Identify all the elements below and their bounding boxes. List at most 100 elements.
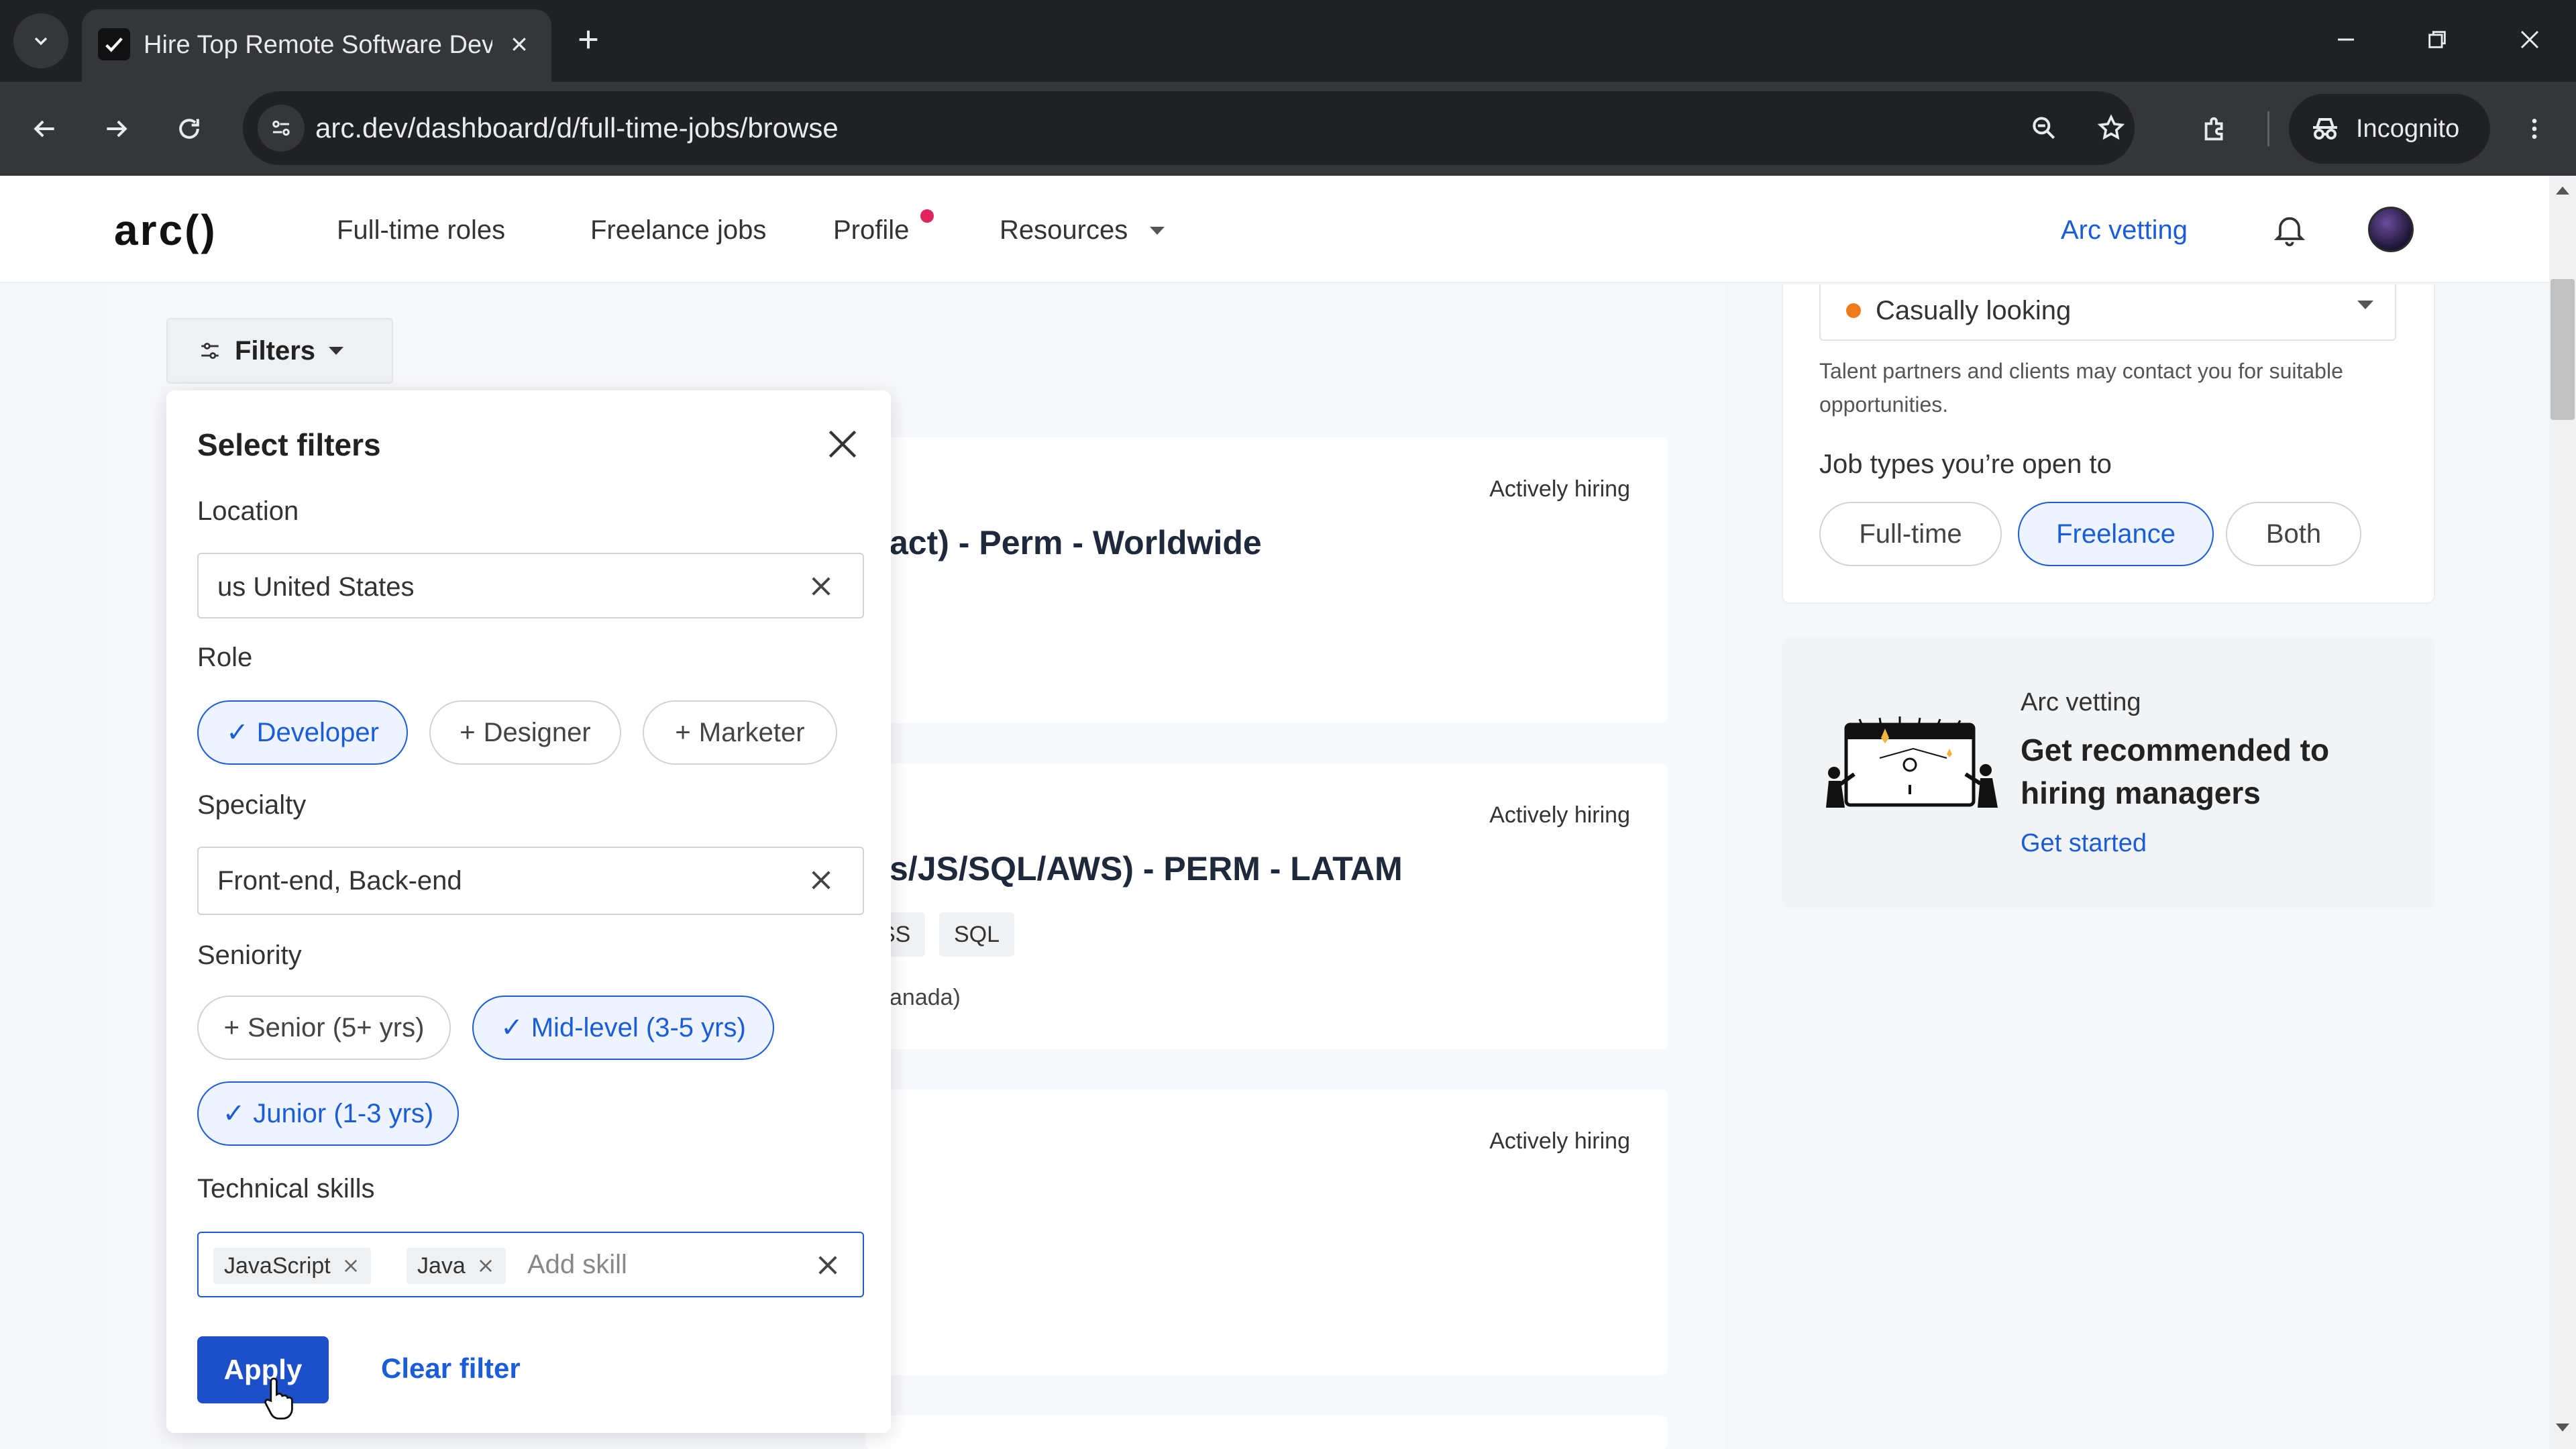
bookmark-star-icon[interactable] (2089, 106, 2133, 150)
job-type-full-time[interactable]: Full-time (1819, 502, 2002, 566)
hiring-status: Actively hiring (1489, 476, 1630, 502)
specialty-input[interactable]: Front-end, Back-end (197, 847, 864, 915)
profile-notification-dot (920, 209, 934, 223)
filters-button[interactable]: Filters (166, 318, 393, 384)
restore-icon[interactable] (2394, 0, 2481, 79)
browser-toolbar: arc.dev/dashboard/d/full-time-jobs/brows… (0, 82, 2576, 176)
job-card[interactable]: Actively hiring act) - Perm - Worldwide (865, 437, 1668, 723)
tab-close-icon[interactable] (498, 23, 541, 66)
scroll-up-icon[interactable] (2556, 186, 2569, 195)
add-skill-placeholder[interactable]: Add skill (527, 1249, 627, 1280)
role-chip-developer[interactable]: ✓ Developer (197, 700, 408, 765)
chip-label: Senior (5+ yrs) (247, 1012, 425, 1042)
chip-label: Developer (256, 717, 379, 747)
scroll-down-icon[interactable] (2556, 1424, 2569, 1432)
reload-icon[interactable] (164, 103, 215, 154)
avatar[interactable] (2368, 207, 2414, 252)
location-label: Location (197, 496, 299, 526)
remove-skill-icon[interactable] (476, 1256, 495, 1275)
plus-icon: + (223, 1012, 239, 1042)
incognito-icon (2313, 118, 2337, 140)
check-icon: ✓ (226, 718, 249, 747)
window-close-icon[interactable] (2486, 0, 2573, 79)
more-menu-icon[interactable] (2509, 103, 2560, 154)
chevron-down-icon (34, 37, 48, 46)
job-card[interactable]: Actively hiring s/JS/SQL/AWS) - PERM - L… (865, 763, 1668, 1049)
chip-label: Mid-level (3-5 yrs) (531, 1012, 746, 1042)
availability-value: Casually looking (1876, 296, 2072, 325)
address-bar[interactable]: arc.dev/dashboard/d/full-time-jobs/brows… (243, 91, 2135, 165)
browser-tab[interactable]: Hire Top Remote Software Deve (82, 9, 551, 82)
minimize-icon[interactable] (2302, 0, 2390, 79)
clear-filter-button[interactable]: Clear filter (381, 1352, 521, 1385)
job-type-both[interactable]: Both (2226, 502, 2361, 566)
availability-card: Casually looking Talent partners and cli… (1782, 284, 2435, 604)
tab-title: Hire Top Remote Software Deve (144, 31, 492, 59)
job-types-label: Job types you’re open to (1819, 449, 2112, 479)
filters-caret-icon (329, 347, 344, 355)
role-chip-designer[interactable]: + Designer (429, 700, 621, 765)
hand-cursor-icon (264, 1377, 293, 1419)
get-started-link[interactable]: Get started (2021, 829, 2147, 858)
filter-panel-title: Select filters (197, 427, 381, 462)
check-icon: ✓ (222, 1099, 246, 1128)
zoom-icon[interactable] (2022, 106, 2066, 150)
tab-search-button[interactable] (13, 13, 68, 68)
seniority-chip-mid-level[interactable]: ✓ Mid-level (3-5 yrs) (472, 996, 774, 1060)
job-type-freelance[interactable]: Freelance (2018, 502, 2214, 566)
role-chip-marketer[interactable]: + Marketer (643, 700, 837, 765)
select-caret-icon (2357, 301, 2373, 309)
back-arrow-icon[interactable] (19, 103, 70, 154)
sliders-icon (201, 342, 219, 360)
skill-chip-label: JavaScript (224, 1252, 331, 1279)
plus-icon: + (460, 717, 476, 747)
role-label: Role (197, 643, 253, 672)
nav-profile[interactable]: Profile (833, 213, 909, 247)
seniority-chip-junior[interactable]: ✓ Junior (1-3 yrs) (197, 1081, 459, 1146)
filter-panel: Select filters Location us United States… (166, 390, 891, 1433)
resources-caret-icon[interactable] (1150, 227, 1165, 235)
seniority-chip-senior[interactable]: + Senior (5+ yrs) (197, 996, 451, 1060)
job-title[interactable]: act) - Perm - Worldwide (890, 523, 1262, 562)
site-settings-icon[interactable] (258, 105, 305, 152)
clear-skills-icon[interactable] (810, 1248, 845, 1283)
vetting-label: Arc vetting (2021, 688, 2141, 716)
extensions-icon[interactable] (2191, 105, 2239, 153)
nav-resources[interactable]: Resources (1000, 213, 1128, 247)
hiring-status: Actively hiring (1489, 802, 1630, 828)
skills-input[interactable]: JavaScript Java Add skill (197, 1232, 864, 1297)
job-location: anada) (890, 985, 961, 1010)
toolbar-divider (2267, 111, 2269, 146)
technical-skills-label: Technical skills (197, 1174, 375, 1203)
vetting-illustration (1826, 716, 1998, 808)
close-icon[interactable] (818, 420, 867, 468)
location-input[interactable]: us United States (197, 553, 864, 619)
job-card[interactable] (865, 1415, 1668, 1449)
incognito-indicator[interactable]: Incognito (2289, 94, 2490, 164)
chip-label: Designer (483, 717, 591, 747)
specialty-label: Specialty (197, 790, 307, 820)
site-favicon-icon (98, 28, 130, 60)
vetting-title: Get recommended to hiring managers (2021, 733, 2330, 810)
scrollbar-thumb[interactable] (2551, 279, 2575, 420)
browser-tab-bar: Hire Top Remote Software Deve (0, 0, 2576, 82)
skill-chip-java: Java (407, 1248, 506, 1284)
plus-icon: + (675, 717, 691, 747)
job-card[interactable]: Actively hiring (865, 1089, 1668, 1375)
nav-arc-vetting[interactable]: Arc vetting (2061, 213, 2188, 247)
new-tab-icon[interactable] (564, 15, 613, 64)
nav-full-time-roles[interactable]: Full-time roles (337, 213, 505, 247)
nav-freelance-jobs[interactable]: Freelance jobs (590, 213, 766, 247)
chip-label: Junior (1-3 yrs) (253, 1098, 434, 1128)
clear-location-icon[interactable] (804, 569, 839, 604)
availability-select[interactable]: Casually looking (1819, 284, 2396, 341)
availability-description: Talent partners and clients may contact … (1819, 359, 2343, 417)
job-title[interactable]: s/JS/SQL/AWS) - PERM - LATAM (890, 849, 1403, 888)
skill-chip-label: Java (417, 1252, 466, 1279)
skill-chip-javascript: JavaScript (213, 1248, 371, 1284)
remove-skill-icon[interactable] (341, 1256, 360, 1275)
arc-logo[interactable]: arc() (114, 205, 217, 255)
forward-arrow-icon[interactable] (91, 103, 142, 154)
bell-icon[interactable] (2267, 205, 2312, 254)
clear-specialty-icon[interactable] (804, 863, 839, 898)
